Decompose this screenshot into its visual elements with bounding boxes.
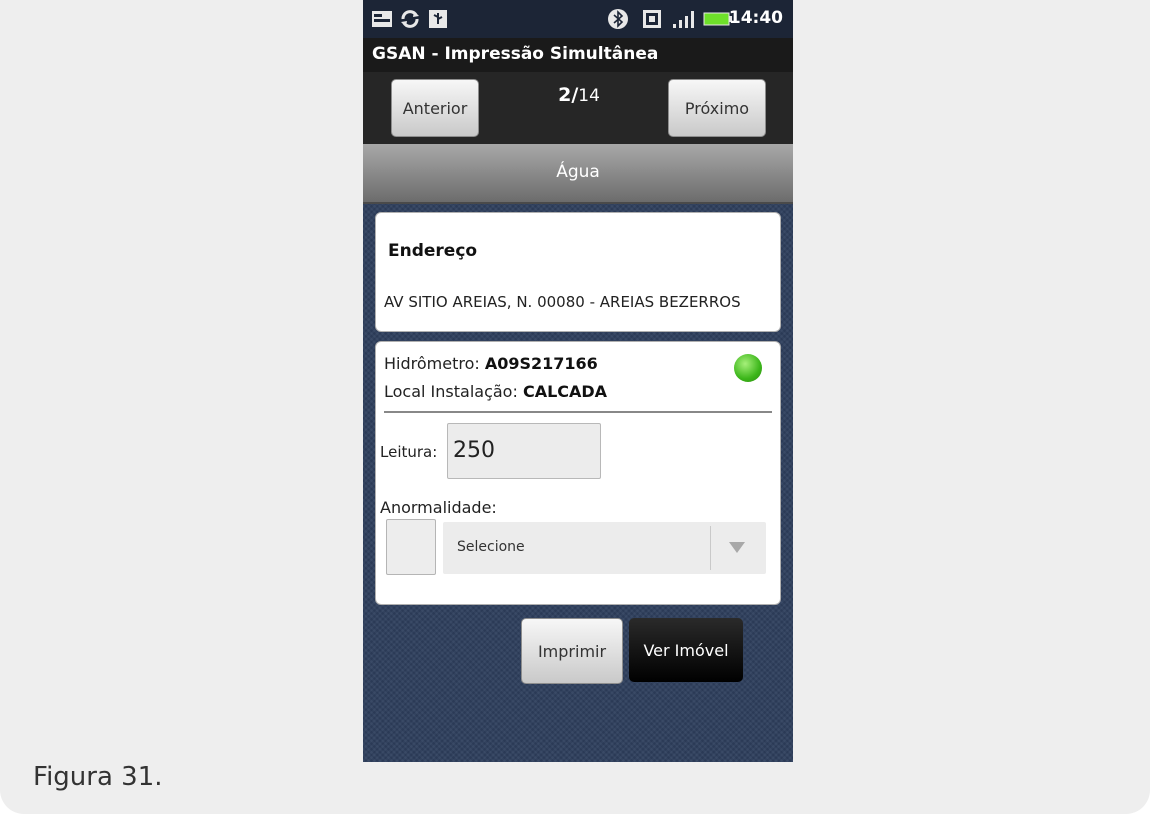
meter-card: Hidrômetro: A09S217166 Local Instalação:…: [375, 341, 781, 605]
address-value: AV SITIO AREIAS, N. 00080 - AREIAS BEZER…: [384, 293, 741, 311]
hydrometer-line: Hidrômetro: A09S217166: [384, 354, 598, 373]
section-title: Água: [556, 162, 600, 182]
figure-caption: Figura 31.: [33, 762, 163, 792]
anomaly-select-value: Selecione: [457, 539, 525, 555]
location-value: CALCADA: [522, 382, 608, 401]
record-counter: 2/14: [539, 84, 619, 106]
total-records: 14: [578, 86, 600, 106]
hydrometer-label: Hidrômetro:: [384, 354, 485, 373]
address-label: Endereço: [388, 241, 478, 261]
previous-button[interactable]: Anterior: [391, 79, 479, 137]
reading-input[interactable]: 250: [447, 423, 601, 479]
divider: [384, 411, 772, 413]
location-label: Local Instalação:: [384, 382, 523, 401]
address-card: Endereço AV SITIO AREIAS, N. 00080 - ARE…: [375, 212, 781, 332]
anomaly-label: Anormalidade:: [380, 498, 497, 517]
sim-icon: [643, 10, 661, 28]
hydrometer-value: A09S217166: [484, 354, 598, 373]
reading-label: Leitura:: [380, 443, 438, 461]
app-title-bar: GSAN - Impressão Simultânea: [363, 38, 793, 72]
sync-icon: [401, 10, 419, 28]
anomaly-select[interactable]: Selecione: [443, 522, 766, 574]
status-bar: 14:40: [363, 0, 793, 38]
view-property-button[interactable]: Ver Imóvel: [629, 618, 743, 682]
dropdown-arrow-icon: [729, 542, 745, 553]
status-indicator-icon: [734, 354, 762, 382]
anomaly-code-field[interactable]: [386, 519, 436, 575]
next-button[interactable]: Próximo: [668, 79, 766, 137]
signal-icon: [673, 11, 694, 28]
notification-icon: [372, 11, 392, 27]
section-header: Água: [363, 144, 793, 204]
print-button[interactable]: Imprimir: [521, 618, 623, 684]
location-line: Local Instalação: CALCADA: [384, 382, 607, 401]
app-title: GSAN - Impressão Simultânea: [372, 44, 659, 64]
current-record: 2/: [558, 84, 579, 106]
bluetooth-icon: [608, 9, 628, 29]
usb-icon: [429, 10, 447, 28]
phone-screen: 14:40 GSAN - Impressão Simultânea Anteri…: [363, 0, 793, 762]
status-time: 14:40: [728, 8, 783, 28]
select-separator: [710, 526, 711, 570]
